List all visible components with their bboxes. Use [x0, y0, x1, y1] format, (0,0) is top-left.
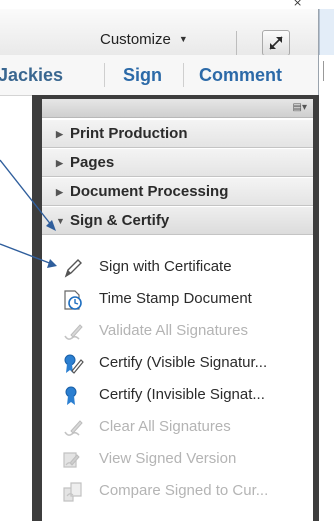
compare-signed-to-current-item[interactable]: Compare Signed to Cur... — [42, 476, 313, 508]
view-signed-icon — [63, 452, 80, 468]
tools-panel: ▤▾ ▶ Print Production ▶ Pages ▶ Document Pr… — [42, 99, 313, 521]
item-label: Clear All Signatures — [99, 418, 231, 435]
tab-divider — [104, 63, 105, 87]
callout-line-certify-visible — [0, 243, 53, 265]
expand-button[interactable] — [262, 30, 290, 56]
panel-options-bar: ▤▾ — [42, 99, 313, 118]
item-label: Validate All Signatures — [99, 322, 248, 339]
list-options-icon[interactable]: ▤▾ — [293, 102, 307, 113]
arrowhead-icon — [46, 220, 56, 231]
customize-dropdown[interactable]: Customize ▼ — [100, 31, 188, 48]
section-pages[interactable]: ▶ Pages — [42, 148, 313, 177]
validate-pen-icon — [64, 324, 83, 340]
sign-with-certificate-item[interactable]: Sign with Certificate — [42, 252, 313, 284]
ruler-mark — [323, 61, 330, 81]
certify-visible-signature-item[interactable]: Certify (Visible Signatur... — [42, 348, 313, 380]
compare-signed-icon — [63, 482, 82, 502]
section-label: Pages — [70, 154, 115, 171]
callout-lines — [0, 159, 57, 268]
panel-frame-right — [313, 95, 319, 521]
timestamp-icon — [64, 290, 82, 310]
item-label: View Signed Version — [99, 450, 237, 467]
callout-line-sign-certify — [0, 159, 53, 227]
clear-all-signatures-item[interactable]: Clear All Signatures — [42, 412, 313, 444]
section-label: Sign & Certify — [70, 212, 170, 229]
item-label: Compare Signed to Cur... — [99, 482, 269, 499]
tab-divider — [183, 63, 184, 87]
chevron-down-icon: ▼ — [178, 34, 188, 44]
tab-comment[interactable]: Comment — [199, 65, 282, 86]
item-label: Time Stamp Document — [99, 290, 252, 307]
pen-icon — [64, 259, 82, 278]
item-label: Certify (Visible Signatur... — [99, 354, 268, 371]
certify-invisible-signature-item[interactable]: Certify (Invisible Signat... — [42, 380, 313, 412]
section-print-production[interactable]: ▶ Print Production — [42, 119, 313, 148]
section-label: Document Processing — [70, 183, 229, 200]
certify-visible-icon — [64, 354, 84, 374]
clear-signatures-icon — [64, 420, 83, 436]
toolbar-divider — [236, 31, 237, 55]
arrowhead-icon — [47, 259, 57, 268]
close-icon[interactable]: × — [293, 0, 302, 9]
document-header-strip — [319, 9, 334, 55]
tab-sign[interactable]: Sign — [123, 65, 162, 86]
customize-label: Customize — [100, 31, 171, 48]
item-label: Sign with Certificate — [99, 258, 232, 275]
document-area-edge — [319, 9, 334, 521]
certify-invisible-icon — [65, 386, 77, 405]
time-stamp-document-item[interactable]: Time Stamp Document — [42, 284, 313, 316]
view-signed-version-item[interactable]: View Signed Version — [42, 444, 313, 476]
section-document-processing[interactable]: ▶ Document Processing — [42, 177, 313, 206]
section-label: Print Production — [70, 125, 188, 142]
expand-arrows-icon — [269, 36, 283, 50]
section-sign-certify[interactable]: ▼ Sign & Certify — [42, 206, 313, 235]
validate-all-signatures-item[interactable]: Validate All Signatures — [42, 316, 313, 348]
item-label: Certify (Invisible Signat... — [99, 386, 265, 403]
